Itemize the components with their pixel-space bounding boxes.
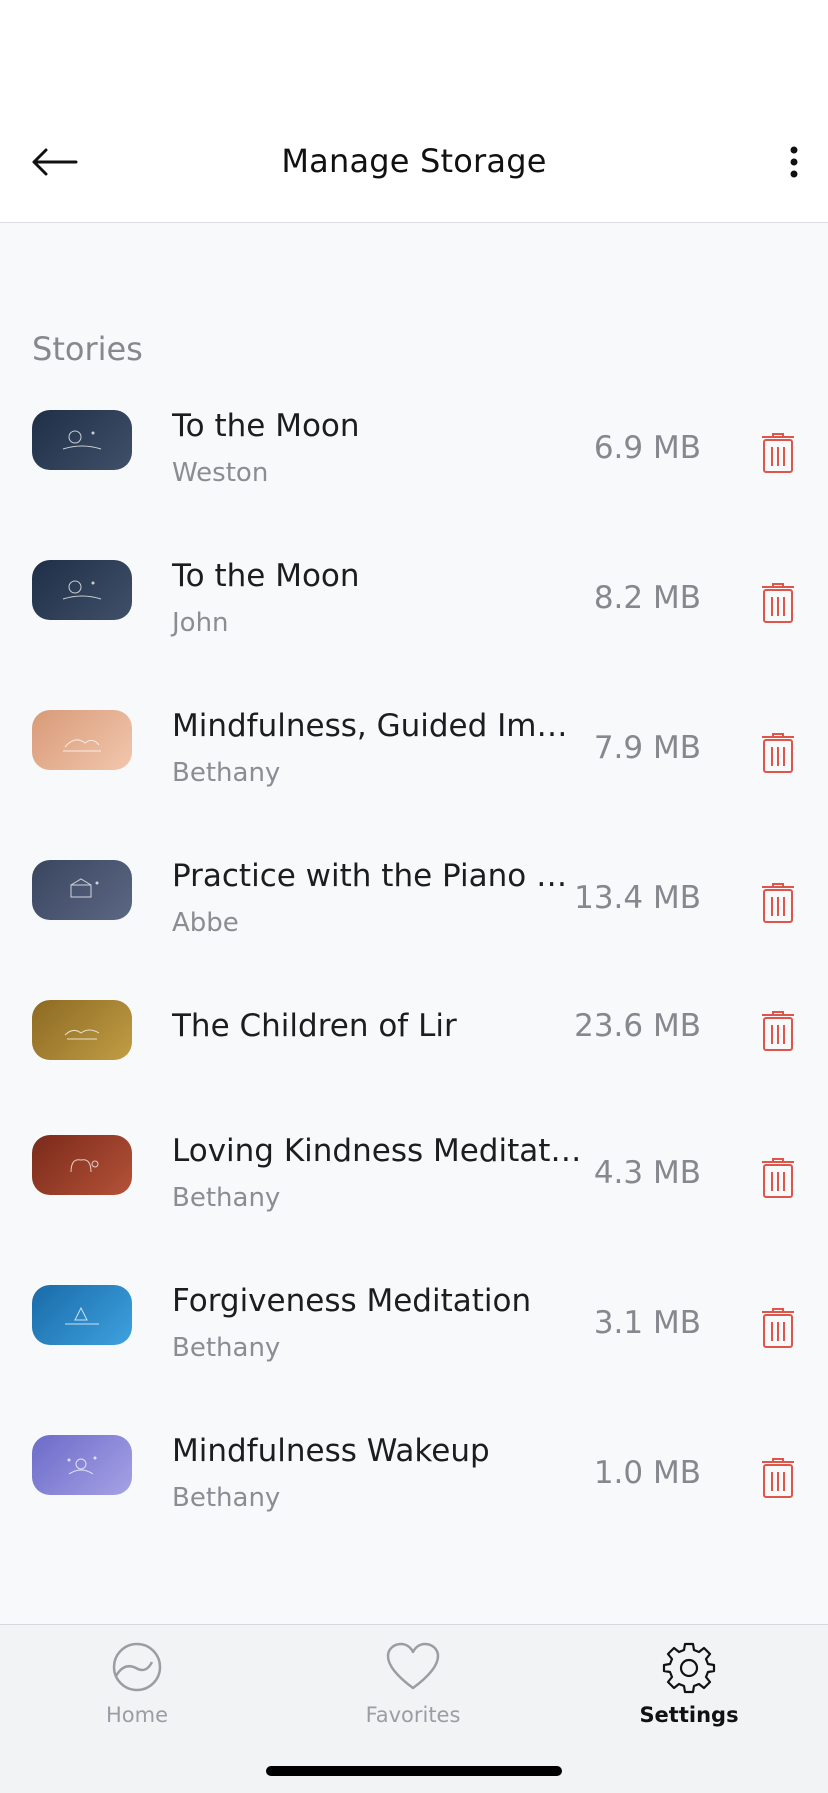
item-title: Mindfulness, Guided Imag…: [172, 708, 582, 744]
tab-label: Home: [105, 1703, 168, 1727]
story-thumbnail: [32, 410, 132, 470]
item-size: 23.6 MB: [574, 1008, 701, 1044]
item-size: 3.1 MB: [593, 1305, 701, 1341]
list-item[interactable]: Mindfulness, Guided Imag… Bethany 7.9 MB: [0, 690, 828, 820]
list-item[interactable]: To the Moon John 8.2 MB: [0, 540, 828, 670]
trash-icon: [762, 1458, 794, 1498]
delete-button[interactable]: [758, 1008, 798, 1054]
item-size: 13.4 MB: [574, 880, 701, 916]
story-thumbnail: [32, 560, 132, 620]
section-title: Stories: [32, 330, 143, 368]
list-item[interactable]: Forgiveness Meditation Bethany 3.1 MB: [0, 1275, 828, 1405]
item-title: Forgiveness Meditation: [172, 1283, 532, 1319]
tab-home[interactable]: Home: [47, 1637, 227, 1747]
list-item[interactable]: Practice with the Piano Pl… Abbe 13.4 MB: [0, 840, 828, 970]
delete-button[interactable]: [758, 1155, 798, 1201]
item-subtitle: Bethany: [172, 1183, 281, 1213]
story-thumbnail: [32, 1435, 132, 1495]
tab-label: Favorites: [365, 1703, 461, 1727]
list-item[interactable]: To the Moon Weston 6.9 MB: [0, 390, 828, 520]
item-subtitle: John: [172, 608, 229, 638]
delete-button[interactable]: [758, 430, 798, 476]
trash-icon: [762, 433, 794, 473]
story-thumbnail: [32, 1000, 132, 1060]
story-thumbnail: [32, 1285, 132, 1345]
list-item[interactable]: Loving Kindness Meditation Bethany 4.3 M…: [0, 1125, 828, 1255]
delete-button[interactable]: [758, 1305, 798, 1351]
story-thumbnail: [32, 710, 132, 770]
heart-icon: [386, 1642, 440, 1690]
delete-button[interactable]: [758, 1455, 798, 1501]
item-size: 7.9 MB: [593, 730, 701, 766]
story-thumbnail: [32, 1135, 132, 1195]
gear-icon: [662, 1642, 716, 1694]
item-subtitle: Bethany: [172, 758, 281, 788]
trash-icon: [762, 733, 794, 773]
item-title: To the Moon: [172, 408, 360, 444]
list-item[interactable]: The Children of Lir 23.6 MB: [0, 990, 828, 1120]
home-wave-icon: [112, 1642, 162, 1692]
trash-icon: [762, 1158, 794, 1198]
item-size: 1.0 MB: [593, 1455, 701, 1491]
item-subtitle: Abbe: [172, 908, 239, 938]
trash-icon: [762, 583, 794, 623]
home-indicator: [266, 1766, 562, 1776]
trash-icon: [762, 883, 794, 923]
delete-button[interactable]: [758, 880, 798, 926]
header: Manage Storage: [0, 120, 828, 223]
list-item[interactable]: Mindfulness Wakeup Bethany 1.0 MB: [0, 1425, 828, 1555]
item-title: Practice with the Piano Pl…: [172, 858, 582, 894]
more-options-button[interactable]: [774, 140, 814, 184]
item-size: 4.3 MB: [593, 1155, 701, 1191]
delete-button[interactable]: [758, 580, 798, 626]
item-title: Mindfulness Wakeup: [172, 1433, 490, 1469]
tab-favorites[interactable]: Favorites: [323, 1637, 503, 1747]
item-subtitle: Bethany: [172, 1483, 281, 1513]
delete-button[interactable]: [758, 730, 798, 776]
more-vertical-icon: [790, 146, 798, 178]
tab-settings[interactable]: Settings: [599, 1637, 779, 1747]
item-size: 8.2 MB: [593, 580, 701, 616]
item-subtitle: Weston: [172, 458, 269, 488]
tab-label: Settings: [639, 1703, 739, 1727]
item-size: 6.9 MB: [593, 430, 701, 466]
item-title: To the Moon: [172, 558, 360, 594]
story-thumbnail: [32, 860, 132, 920]
page-title: Manage Storage: [281, 142, 547, 180]
trash-icon: [762, 1308, 794, 1348]
trash-icon: [762, 1011, 794, 1051]
item-title: The Children of Lir: [172, 1008, 457, 1044]
status-bar: [0, 0, 828, 120]
item-subtitle: Bethany: [172, 1333, 281, 1363]
item-title: Loving Kindness Meditation: [172, 1133, 582, 1169]
